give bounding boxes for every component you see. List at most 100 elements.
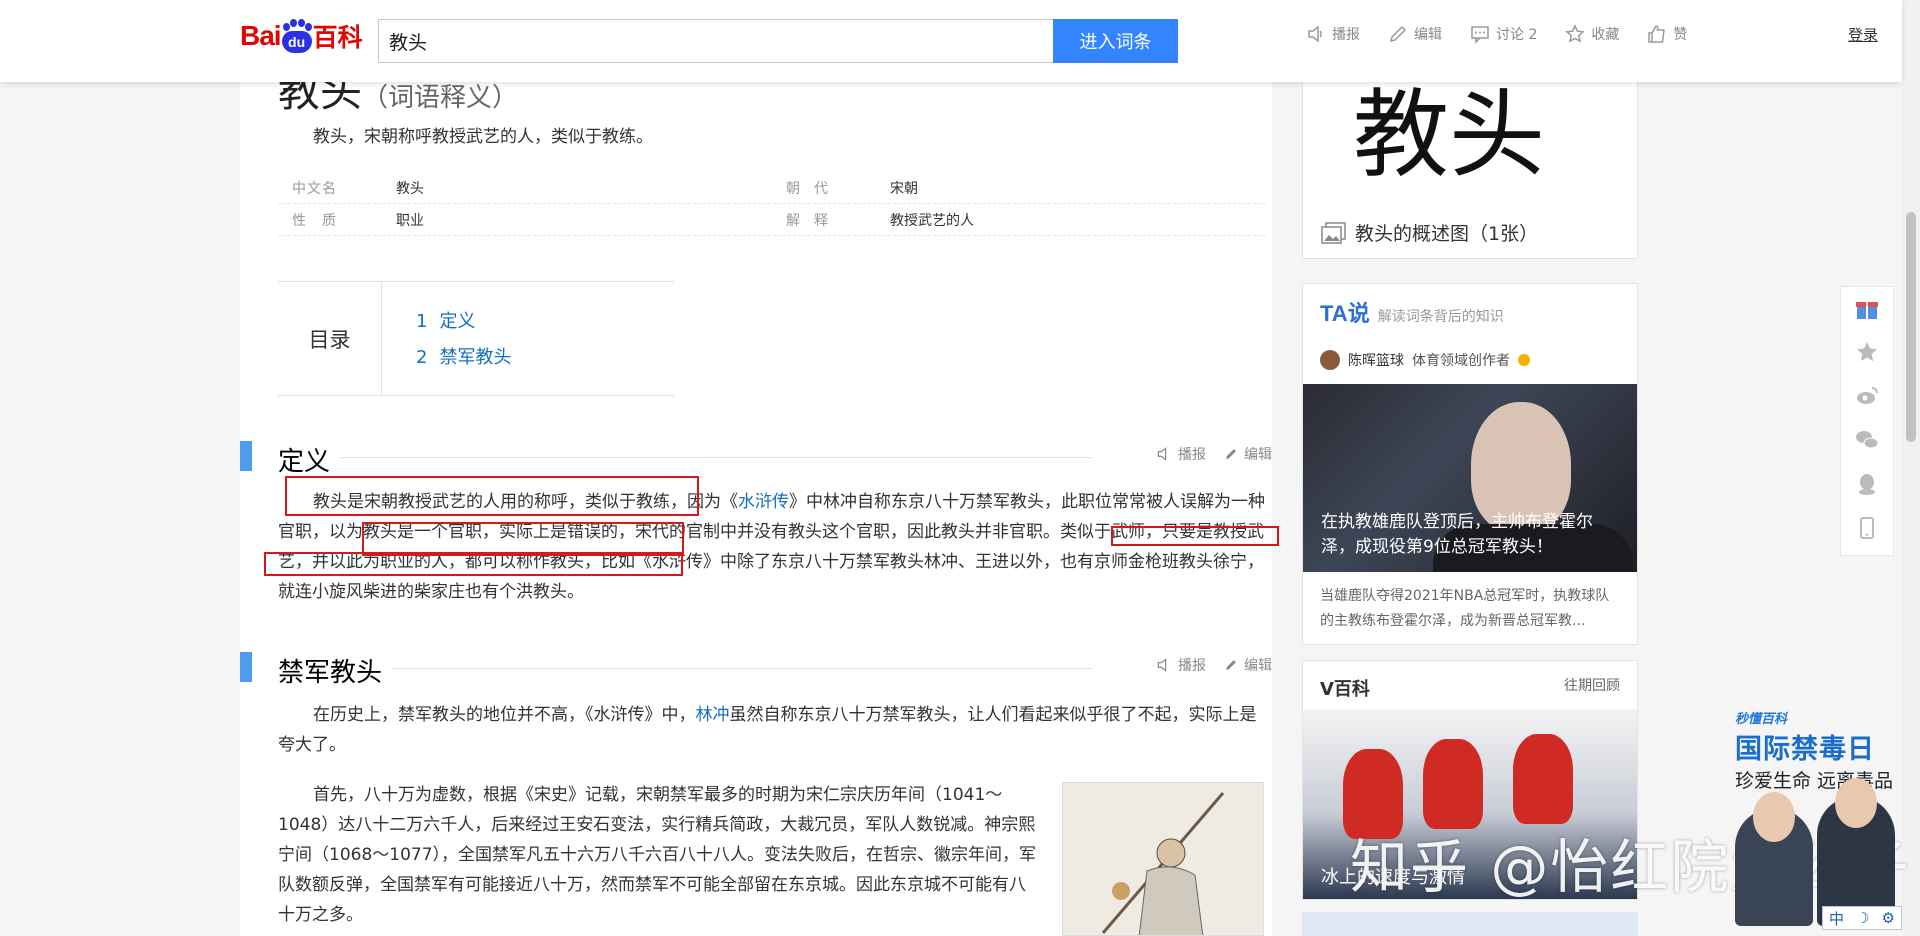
entry-title-sub: （词语释义） [362, 83, 519, 113]
section-header-imperial-guard: 禁军教头 播报 编辑 [240, 652, 1272, 689]
past-episodes-link[interactable]: 往期回顾 [1564, 675, 1620, 695]
scrollbar-thumb[interactable] [1906, 212, 1916, 442]
info-key: 中文名 [292, 180, 337, 197]
baidu-baike-logo[interactable]: Bai du 百科 [240, 16, 363, 56]
section-title: 定义 [278, 441, 341, 478]
link-linchong[interactable]: 林冲 [696, 705, 730, 725]
gear-icon: ⚙ [1881, 909, 1895, 927]
basic-info-row: 性 质 职业 解 释 教授武艺的人 [278, 204, 1266, 236]
table-of-contents: 目录 1 定义 2 禁军教头 [278, 281, 674, 396]
ime-status-bar[interactable]: 中 ☽ ⚙ [1822, 906, 1902, 930]
imperial-guard-paragraph-2: 首先，八十万为虚数，根据《宋史》记载，宋朝禁军最多的时期为宋仁宗庆历年间（104… [278, 785, 1037, 925]
listen-label: 播报 [1332, 27, 1360, 43]
qq-icon[interactable] [1854, 471, 1880, 497]
ta-slogan: 解读词条背后的知识 [1377, 309, 1504, 325]
toc-item-imperial-guard[interactable]: 2 禁军教头 [416, 340, 511, 376]
red-annotation-box [1111, 526, 1279, 546]
weibo-icon[interactable] [1854, 383, 1880, 409]
ta-logo: TA说 [1320, 301, 1370, 326]
pencil-icon [1389, 25, 1407, 43]
ad-title: 国际禁毒日 [1735, 734, 1875, 765]
image-caption[interactable]: 教头的概述图（1张） [1321, 219, 1538, 246]
red-annotation-box [362, 522, 684, 556]
basic-info-table: 中文名 教头 朝 代 宋朝 性 质 职业 解 释 教授武艺的人 [278, 172, 1266, 236]
star-icon [1565, 24, 1586, 43]
red-annotation-box [264, 552, 683, 576]
info-value: 宋朝 [890, 180, 918, 197]
ta-photo-title: 在执教雄鹿队登顶后，主帅布登霍尔泽，成现役第9位总冠军教头！ [1321, 512, 1593, 557]
moon-icon: ☽ [1856, 909, 1870, 927]
search-box[interactable] [378, 19, 1054, 63]
logo-baike: 百科 [312, 23, 363, 52]
enter-entry-button[interactable]: 进入词条 [1053, 19, 1178, 63]
section-listen-button[interactable]: 播报 [1156, 655, 1206, 675]
discuss-label: 讨论 2 [1496, 27, 1538, 43]
section-tools: 播报 编辑 [1156, 655, 1272, 675]
author-name: 陈晖篮球 [1348, 353, 1404, 369]
info-value: 职业 [396, 212, 424, 229]
summary-image-card[interactable]: 教头 教头的概述图（1张） [1302, 56, 1638, 259]
verified-badge-icon [1518, 354, 1530, 366]
like-button[interactable]: 赞 [1647, 24, 1687, 44]
comment-icon [1471, 26, 1489, 44]
basic-info-row: 中文名 教头 朝 代 宋朝 [278, 172, 1266, 204]
star-icon[interactable] [1854, 339, 1880, 365]
listen-button[interactable]: 播报 [1306, 24, 1360, 44]
speaker-icon [1157, 658, 1167, 672]
ime-lang: 中 [1829, 909, 1845, 928]
illustration-image[interactable] [1062, 782, 1264, 936]
info-key: 解 释 [786, 212, 828, 229]
ta-description[interactable]: 当雄鹿队夺得2021年NBA总冠军时，执教球队的主教练布登霍尔泽，成为新晋总冠军… [1320, 584, 1620, 634]
entry-summary: 教头，宋朝称呼教授武艺的人，类似于教练。 [313, 127, 653, 147]
favorite-label: 收藏 [1591, 27, 1620, 43]
gift-icon[interactable] [1854, 295, 1880, 321]
toc-link: 禁军教头 [439, 347, 512, 368]
section-edit-button[interactable]: 编辑 [1224, 444, 1272, 464]
link-shuihuzhuan[interactable]: 水浒传 [738, 492, 789, 512]
section-title: 禁军教头 [278, 652, 393, 689]
v-baike-title: V百科 [1320, 679, 1370, 700]
section-tools: 播报 编辑 [1156, 444, 1272, 464]
toc-items: 1 定义 2 禁军教头 [416, 304, 511, 376]
red-annotation-box [285, 476, 699, 516]
mobile-icon[interactable] [1854, 515, 1880, 541]
toc-label: 目录 [278, 282, 382, 395]
toc-num: 1 [416, 311, 428, 332]
anti-drug-ad[interactable]: 秒懂百科 国际禁毒日 珍爱生命 远离毒品 [1735, 708, 1902, 936]
info-key: 朝 代 [786, 180, 828, 197]
next-card-peek [1302, 912, 1638, 936]
author-tag: 体育领域创作者 [1412, 353, 1510, 369]
speaker-icon [1308, 25, 1322, 43]
section-listen-button[interactable]: 播报 [1156, 444, 1206, 464]
album-icon [1321, 221, 1346, 244]
toc-item-definition[interactable]: 1 定义 [416, 304, 511, 340]
speaker-icon [1157, 447, 1167, 461]
logo-bai: Bai [240, 20, 282, 51]
pencil-icon [1226, 660, 1236, 670]
like-label: 赞 [1673, 27, 1688, 43]
login-link[interactable]: 登录 [1848, 24, 1878, 45]
ad-subtitle: 珍爱生命 远离毒品 [1735, 770, 1894, 792]
edit-label: 编辑 [1414, 27, 1442, 43]
ta-author[interactable]: 陈晖篮球 体育领域创作者 [1320, 350, 1530, 370]
toc-num: 2 [416, 347, 428, 368]
edit-button[interactable]: 编辑 [1388, 24, 1442, 44]
thumbs-up-icon [1648, 25, 1666, 43]
info-value: 教授武艺的人 [890, 212, 974, 229]
top-bar: Bai du 百科 进入词条 播报 编辑 讨论 2 收藏 [0, 0, 1902, 82]
info-key: 性 质 [292, 212, 337, 229]
info-value: 教头 [396, 180, 424, 197]
section-edit-button[interactable]: 编辑 [1224, 655, 1272, 675]
favorite-button[interactable]: 收藏 [1565, 24, 1619, 44]
logo-du: du [281, 31, 312, 53]
avatar [1320, 350, 1340, 370]
page-scrollbar[interactable] [1902, 0, 1920, 936]
warrior-illustration-icon [1063, 783, 1263, 935]
section-header-definition: 定义 播报 编辑 [240, 441, 1272, 478]
search-input[interactable] [389, 30, 1054, 52]
pencil-icon [1226, 449, 1236, 459]
wechat-icon[interactable] [1854, 427, 1880, 453]
ta-photo[interactable]: 在执教雄鹿队登顶后，主帅布登霍尔泽，成现役第9位总冠军教头！ [1303, 384, 1637, 572]
ta-header: TA说 解读词条背后的知识 [1320, 296, 1504, 328]
discuss-button[interactable]: 讨论 2 [1470, 24, 1537, 44]
